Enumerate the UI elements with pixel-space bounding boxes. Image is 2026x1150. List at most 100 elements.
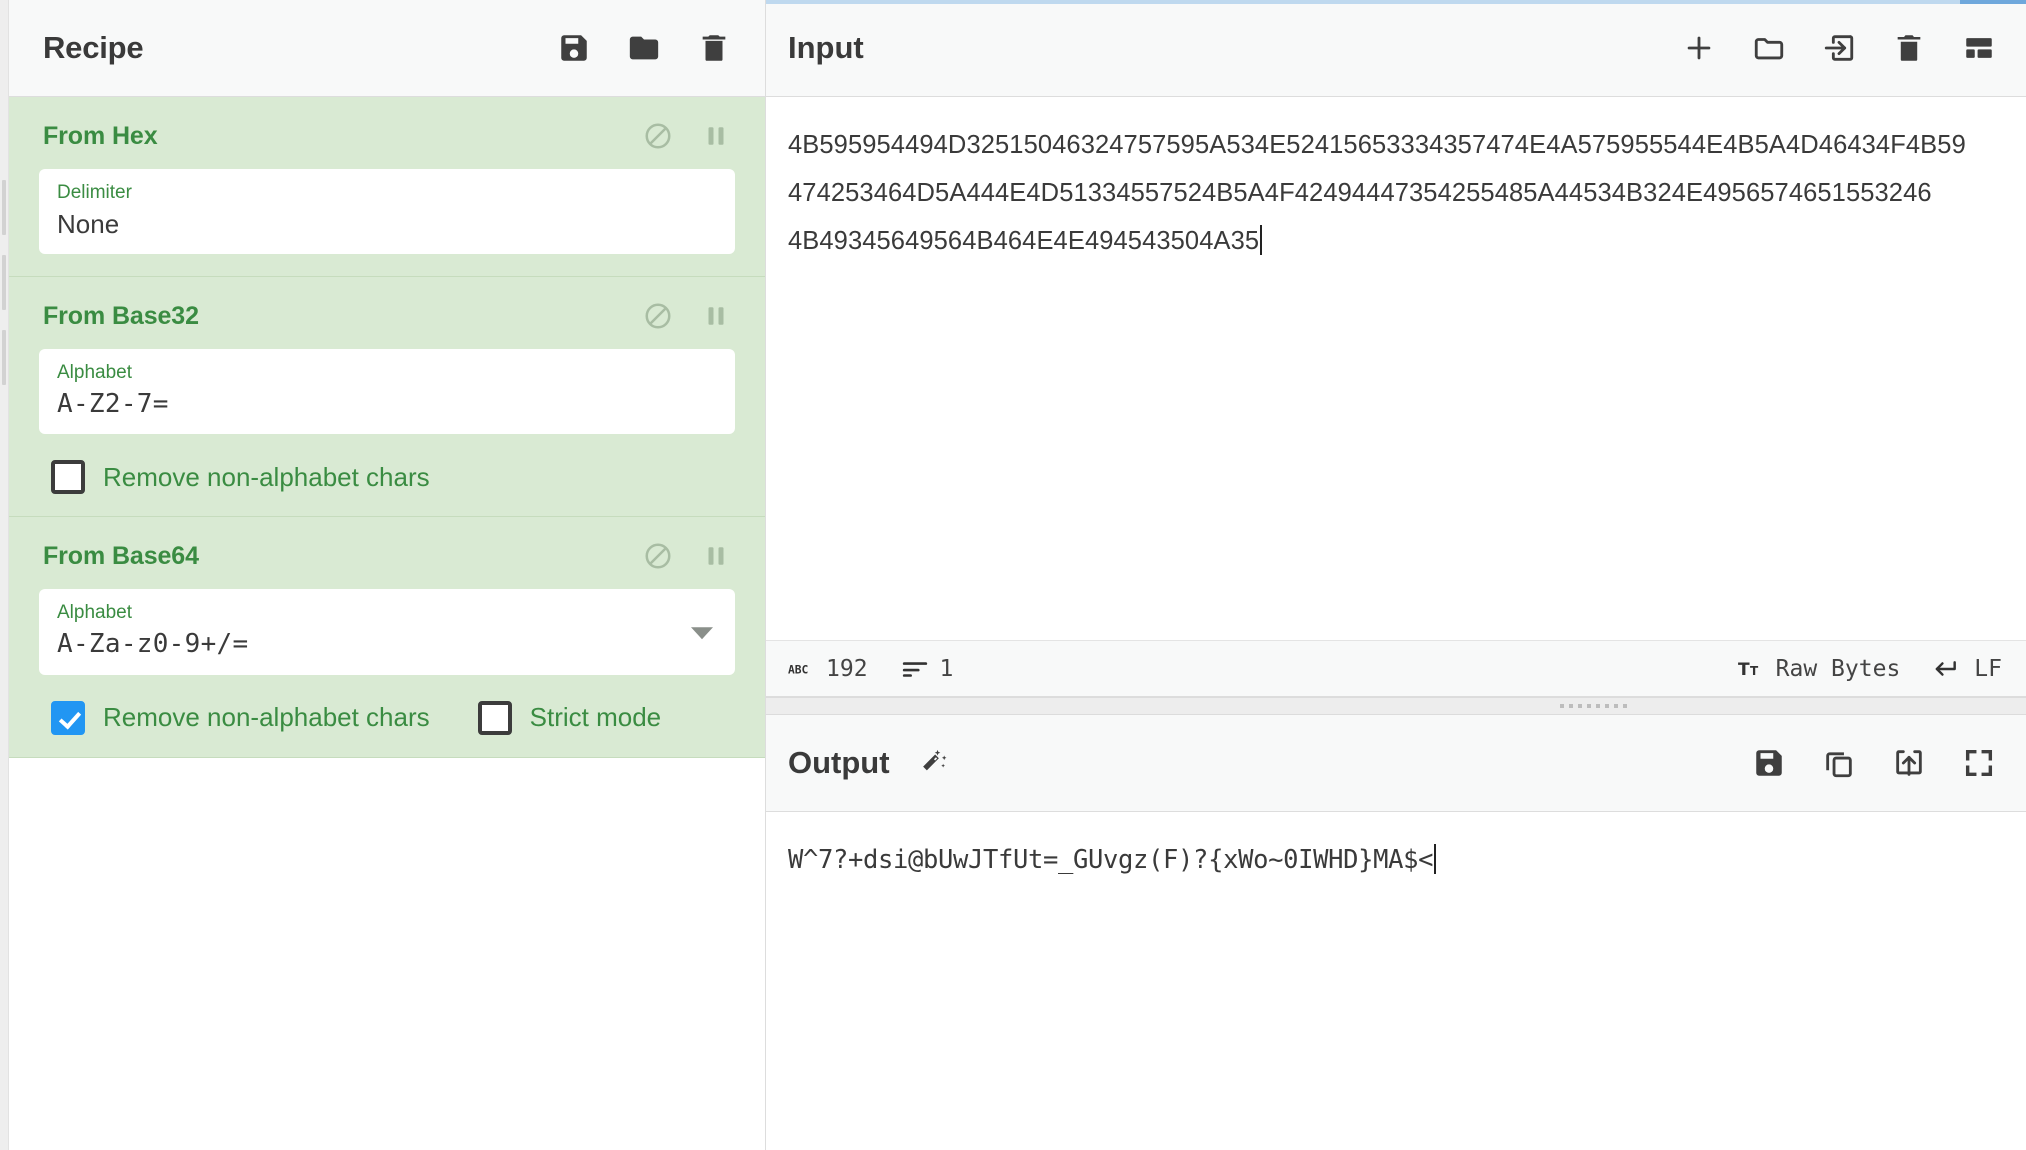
checkbox-label: Strict mode	[529, 702, 662, 733]
input-lines-status[interactable]: 1	[902, 655, 954, 682]
splitter-grip-icon	[1559, 704, 1627, 708]
reset-pane-layout-icon[interactable]	[1962, 31, 1996, 65]
input-toolbar	[1682, 31, 1996, 65]
operation-checkbox-row: Remove non-alphabet chars	[9, 434, 765, 495]
operation-arg-alphabet[interactable]: Alphabet A-Z2-7=	[39, 349, 735, 435]
checkbox-box-icon[interactable]	[51, 700, 85, 735]
disable-operation-icon[interactable]	[643, 121, 673, 151]
operation-header: From Hex	[9, 97, 765, 165]
operation-controls	[643, 301, 731, 331]
input-status-bar: ABC 192 1 T T Raw Bytes LF	[766, 640, 2026, 696]
input-status-right: T T Raw Bytes LF	[1738, 656, 2002, 682]
output-editor[interactable]: W^7?+dsi@bUwJTfUt=_GUvgz(F)?{xWo~0IWHD}M…	[766, 812, 2026, 1150]
left-gutter-scrollbar[interactable]	[0, 0, 9, 1150]
arg-label: Delimiter	[57, 182, 132, 203]
input-line: 4B595954494D32515046324757595A534E524156…	[788, 131, 1966, 159]
input-length-value: 192	[826, 655, 868, 682]
operation-controls	[643, 541, 731, 571]
recipe-operation[interactable]: From Base64 Alphabet A-Za-z0-9+/= Remove…	[9, 517, 765, 758]
input-line-ending-value: LF	[1974, 655, 2002, 682]
operation-arg-alphabet[interactable]: Alphabet A-Za-z0-9+/=	[39, 589, 735, 675]
recipe-panel: Recipe From Hex Delimiter None From Base…	[0, 0, 766, 1150]
checkbox-remove-non-alphabet-chars[interactable]: Remove non-alphabet chars	[51, 700, 430, 735]
chevron-down-icon[interactable]	[691, 627, 713, 640]
cyberchef-app: Recipe From Hex Delimiter None From Base…	[0, 0, 2026, 1150]
input-title-bar: Input	[766, 0, 2026, 97]
recipe-operations-list[interactable]: From Hex Delimiter None From Base32 Alph…	[9, 97, 765, 1150]
output-line-with-cursor: W^7?+dsi@bUwJTfUt=_GUvgz(F)?{xWo~0IWHD}M…	[788, 836, 2004, 884]
magic-wand-icon[interactable]	[916, 746, 950, 780]
operation-arg-delimiter[interactable]: Delimiter None	[39, 169, 735, 255]
arg-value[interactable]: None	[57, 208, 717, 241]
arg-value[interactable]: A-Za-z0-9+/=	[57, 628, 717, 661]
checkbox-box-icon[interactable]	[477, 700, 512, 735]
save-recipe-icon[interactable]	[557, 31, 591, 65]
operation-controls	[643, 121, 731, 151]
text-cursor	[1260, 225, 1263, 255]
operation-header: From Base32	[9, 277, 765, 345]
input-line-with-cursor: 4B49345649564B464E4E494543504A35	[788, 217, 2004, 265]
io-panel: Input 4B595954494D32515046324757595A534E…	[766, 0, 2026, 1150]
add-input-tab-icon[interactable]	[1682, 31, 1716, 65]
input-line: 474253464D5A444E4D51334557524B5A4F424944…	[788, 179, 1932, 207]
arg-label: Alphabet	[57, 362, 133, 384]
abc-icon: ABC	[788, 660, 814, 678]
input-encoding-value: Raw Bytes	[1775, 655, 1901, 682]
recipe-toolbar	[557, 31, 731, 65]
enter-arrow-icon	[1934, 659, 1962, 679]
recipe-operation[interactable]: From Base32 Alphabet A-Z2-7= Remove non-…	[9, 277, 765, 518]
operation-title: From Hex	[43, 121, 158, 150]
copy-output-icon[interactable]	[1822, 746, 1856, 780]
input-section: Input 4B595954494D32515046324757595A534E…	[766, 0, 2026, 697]
input-encoding-status[interactable]: T T Raw Bytes	[1738, 656, 1901, 682]
svg-text:T: T	[1738, 660, 1750, 679]
recipe-operation[interactable]: From Hex Delimiter None	[9, 97, 765, 278]
output-toolbar	[1752, 746, 1996, 780]
output-title: Output	[788, 745, 890, 780]
output-title-bar: Output	[766, 715, 2026, 812]
checkbox-box-icon[interactable]	[51, 460, 85, 495]
recipe-title: Recipe	[43, 30, 144, 65]
input-editor[interactable]: 4B595954494D32515046324757595A534E524156…	[766, 97, 2026, 640]
svg-text:ABC: ABC	[788, 663, 808, 676]
save-output-icon[interactable]	[1752, 746, 1786, 780]
operation-title: From Base32	[43, 301, 199, 330]
replace-input-icon[interactable]	[1892, 746, 1926, 780]
open-folder-as-input-icon[interactable]	[1752, 31, 1786, 65]
input-lines-value: 1	[939, 655, 954, 682]
load-recipe-icon[interactable]	[627, 31, 661, 65]
open-file-as-input-icon[interactable]	[1822, 31, 1856, 65]
arg-value[interactable]: A-Z2-7=	[57, 388, 717, 421]
input-line-ending-status[interactable]: LF	[1934, 656, 2002, 682]
recipe-title-bar: Recipe	[9, 0, 765, 97]
disable-operation-icon[interactable]	[643, 301, 673, 331]
disable-operation-icon[interactable]	[643, 541, 673, 571]
recipe-empty-area[interactable]	[9, 757, 765, 958]
output-section: Output W^7?+dsi@bUwJTfUt=_GUvgz(F)?{xWo~…	[766, 715, 2026, 1150]
input-line-text: 4B49345649564B464E4E494543504A35	[788, 227, 1260, 255]
font-size-icon: T T	[1738, 659, 1764, 679]
text-cursor	[1434, 844, 1437, 874]
arg-label: Alphabet	[57, 602, 133, 624]
operation-title: From Base64	[43, 541, 199, 570]
pause-breakpoint-icon[interactable]	[701, 121, 731, 151]
output-title-group: Output	[788, 745, 950, 781]
checkbox-label: Remove non-alphabet chars	[103, 702, 430, 733]
clear-recipe-icon[interactable]	[697, 31, 731, 65]
svg-text:T: T	[1750, 664, 1759, 678]
pause-breakpoint-icon[interactable]	[701, 301, 731, 331]
io-top-progress-bar	[766, 0, 2026, 4]
pause-breakpoint-icon[interactable]	[701, 541, 731, 571]
io-splitter[interactable]	[766, 697, 2026, 715]
operation-header: From Base64	[9, 517, 765, 585]
operation-checkbox-row: Remove non-alphabet chars Strict mode	[9, 675, 765, 735]
input-length-status[interactable]: ABC 192	[788, 656, 868, 682]
checkbox-remove-non-alphabet-chars[interactable]: Remove non-alphabet chars	[51, 460, 430, 495]
clear-input-icon[interactable]	[1892, 31, 1926, 65]
output-line-text: W^7?+dsi@bUwJTfUt=_GUvgz(F)?{xWo~0IWHD}M…	[788, 845, 1434, 875]
input-title: Input	[788, 30, 864, 65]
checkbox-label: Remove non-alphabet chars	[103, 461, 430, 492]
checkbox-strict-mode[interactable]: Strict mode	[477, 700, 662, 735]
maximise-output-icon[interactable]	[1962, 746, 1996, 780]
lines-icon	[902, 659, 928, 679]
